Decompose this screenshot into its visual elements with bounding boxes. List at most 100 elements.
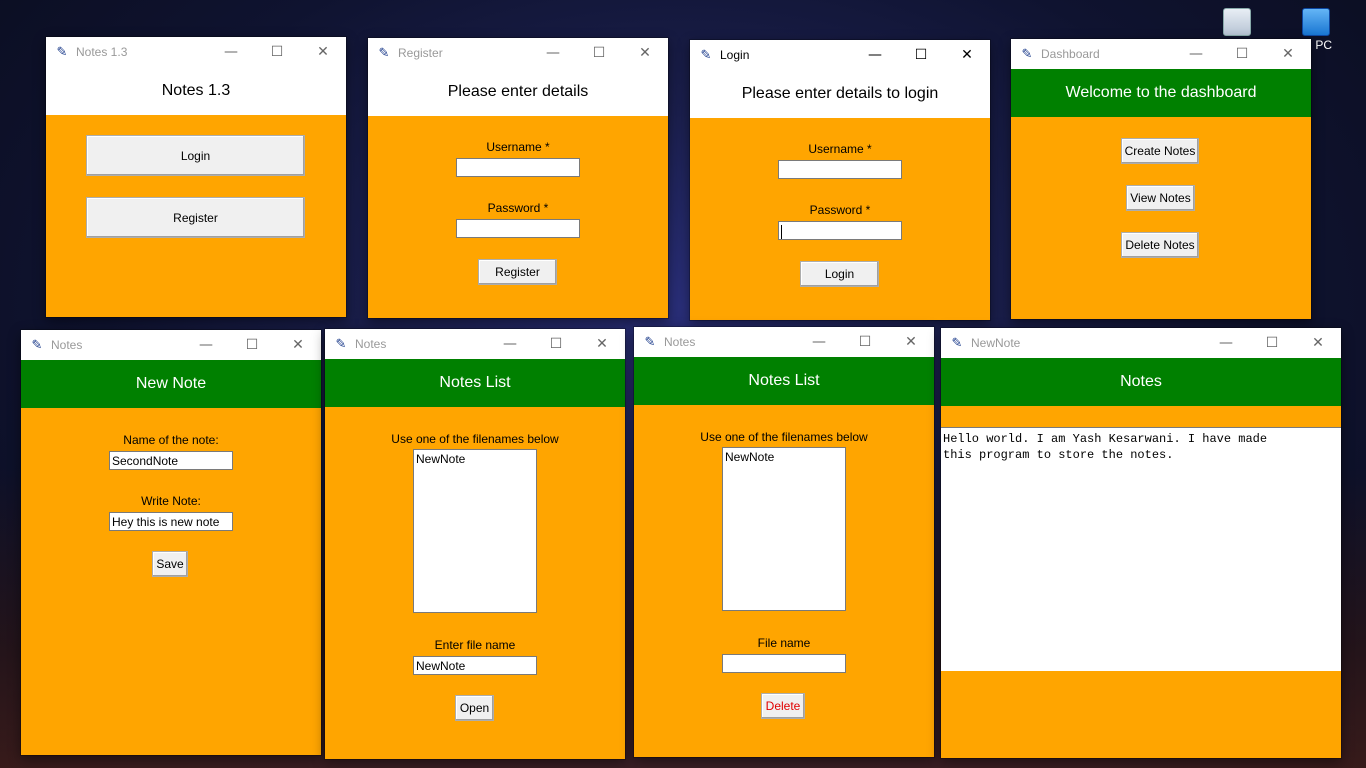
minimize-button[interactable]: —: [1203, 328, 1249, 358]
title-bar[interactable]: ✎ Login — ☐ ✕: [690, 40, 990, 70]
filename-field[interactable]: NewNote: [413, 656, 537, 675]
close-button[interactable]: ✕: [888, 327, 934, 357]
delete-notes-button[interactable]: Delete Notes: [1121, 232, 1199, 258]
feather-icon: ✎: [335, 336, 347, 351]
title-bar[interactable]: ✎ Dashboard — ☐ ✕: [1011, 39, 1311, 69]
file-listbox[interactable]: NewNote: [413, 449, 537, 613]
text-cursor: [781, 224, 782, 239]
title-bar[interactable]: ✎ Notes — ☐ ✕: [21, 330, 321, 360]
notes-list-open-window: ✎ Notes — ☐ ✕ Notes List Use one of the …: [325, 329, 625, 759]
page-title: Welcome to the dashboard: [1011, 69, 1311, 117]
maximize-button[interactable]: ☐: [229, 330, 275, 360]
window-title: Notes: [355, 337, 387, 351]
username-field[interactable]: [456, 158, 580, 177]
close-button[interactable]: ✕: [300, 37, 346, 67]
filename-label: File name: [757, 636, 811, 650]
window-title: Register: [398, 46, 443, 60]
list-item[interactable]: NewNote: [725, 450, 843, 464]
recycle-bin-glyph: [1223, 8, 1251, 36]
register-button[interactable]: Register: [86, 197, 305, 238]
page-title: Notes List: [634, 357, 934, 405]
dashboard-window: ✎ Dashboard — ☐ ✕ Welcome to the dashboa…: [1011, 39, 1311, 319]
minimize-button[interactable]: —: [852, 40, 898, 70]
login-submit-button[interactable]: Login: [800, 261, 879, 287]
filename-field[interactable]: [722, 654, 846, 673]
minimize-button[interactable]: —: [1173, 39, 1219, 69]
maximize-button[interactable]: ☐: [576, 38, 622, 68]
close-button[interactable]: ✕: [1295, 328, 1341, 358]
password-label: Password *: [487, 201, 549, 215]
note-view-window: ✎ NewNote — ☐ ✕ Notes Hello world. I am …: [941, 328, 1341, 758]
list-item[interactable]: NewNote: [416, 452, 534, 466]
instruction-label: Use one of the filenames below: [391, 432, 559, 446]
filename-label: Enter file name: [434, 638, 516, 652]
minimize-button[interactable]: —: [487, 329, 533, 359]
close-button[interactable]: ✕: [622, 38, 668, 68]
minimize-button[interactable]: —: [208, 37, 254, 67]
close-button[interactable]: ✕: [944, 40, 990, 70]
feather-icon: ✎: [31, 337, 43, 352]
maximize-button[interactable]: ☐: [898, 40, 944, 70]
note-name-field[interactable]: SecondNote: [109, 451, 233, 470]
recycle-bin-icon[interactable]: [1217, 8, 1257, 38]
main-window: ✎ Notes 1.3 — ☐ ✕ Notes 1.3 Login Regist…: [46, 37, 346, 317]
instruction-label: Use one of the filenames below: [700, 430, 868, 444]
page-title: New Note: [21, 360, 321, 408]
username-field[interactable]: [778, 160, 902, 179]
page-title: Notes List: [325, 359, 625, 407]
feather-icon: ✎: [378, 45, 390, 60]
page-title: Notes 1.3: [46, 67, 346, 115]
create-notes-button[interactable]: Create Notes: [1121, 138, 1199, 164]
username-label: Username *: [808, 142, 872, 156]
maximize-button[interactable]: ☐: [1219, 39, 1265, 69]
register-submit-button[interactable]: Register: [478, 259, 557, 285]
register-window: ✎ Register — ☐ ✕ Please enter details Us…: [368, 38, 668, 318]
page-title: Notes: [941, 358, 1341, 406]
feather-icon: ✎: [56, 44, 68, 59]
view-notes-button[interactable]: View Notes: [1126, 185, 1195, 211]
page-title: Please enter details: [368, 68, 668, 116]
minimize-button[interactable]: —: [796, 327, 842, 357]
open-button[interactable]: Open: [455, 695, 494, 721]
title-bar[interactable]: ✎ NewNote — ☐ ✕: [941, 328, 1341, 358]
password-field[interactable]: [456, 219, 580, 238]
delete-button[interactable]: Delete: [761, 693, 805, 719]
username-label: Username *: [486, 140, 550, 154]
window-title: NewNote: [971, 336, 1021, 350]
file-listbox[interactable]: NewNote: [722, 447, 846, 611]
close-button[interactable]: ✕: [1265, 39, 1311, 69]
note-content-textarea[interactable]: Hello world. I am Yash Kesarwani. I have…: [941, 427, 1341, 671]
close-button[interactable]: ✕: [275, 330, 321, 360]
maximize-button[interactable]: ☐: [254, 37, 300, 67]
save-button[interactable]: Save: [152, 551, 188, 577]
write-note-label: Write Note:: [141, 494, 201, 508]
page-title: Please enter details to login: [690, 70, 990, 118]
minimize-button[interactable]: —: [183, 330, 229, 360]
close-button[interactable]: ✕: [579, 329, 625, 359]
window-title: Notes: [51, 338, 83, 352]
this-pc-glyph: [1302, 8, 1330, 36]
title-bar[interactable]: ✎ Notes — ☐ ✕: [634, 327, 934, 357]
feather-icon: ✎: [644, 334, 656, 349]
login-button[interactable]: Login: [86, 135, 305, 176]
window-title: Notes 1.3: [76, 45, 128, 59]
title-bar[interactable]: ✎ Register — ☐ ✕: [368, 38, 668, 68]
maximize-button[interactable]: ☐: [533, 329, 579, 359]
feather-icon: ✎: [700, 47, 712, 62]
password-label: Password *: [809, 203, 871, 217]
password-field[interactable]: [778, 221, 902, 240]
window-title: Notes: [664, 335, 696, 349]
title-bar[interactable]: ✎ Notes 1.3 — ☐ ✕: [46, 37, 346, 67]
note-name-label: Name of the note:: [123, 433, 219, 447]
title-bar[interactable]: ✎ Notes — ☐ ✕: [325, 329, 625, 359]
login-window: ✎ Login — ☐ ✕ Please enter details to lo…: [690, 40, 990, 320]
maximize-button[interactable]: ☐: [842, 327, 888, 357]
window-title: Login: [720, 48, 750, 62]
new-note-window: ✎ Notes — ☐ ✕ New Note Name of the note:…: [21, 330, 321, 755]
write-note-field[interactable]: Hey this is new note: [109, 512, 233, 531]
window-title: Dashboard: [1041, 47, 1100, 61]
notes-list-delete-window: ✎ Notes — ☐ ✕ Notes List Use one of the …: [634, 327, 934, 757]
maximize-button[interactable]: ☐: [1249, 328, 1295, 358]
feather-icon: ✎: [1021, 46, 1033, 61]
minimize-button[interactable]: —: [530, 38, 576, 68]
